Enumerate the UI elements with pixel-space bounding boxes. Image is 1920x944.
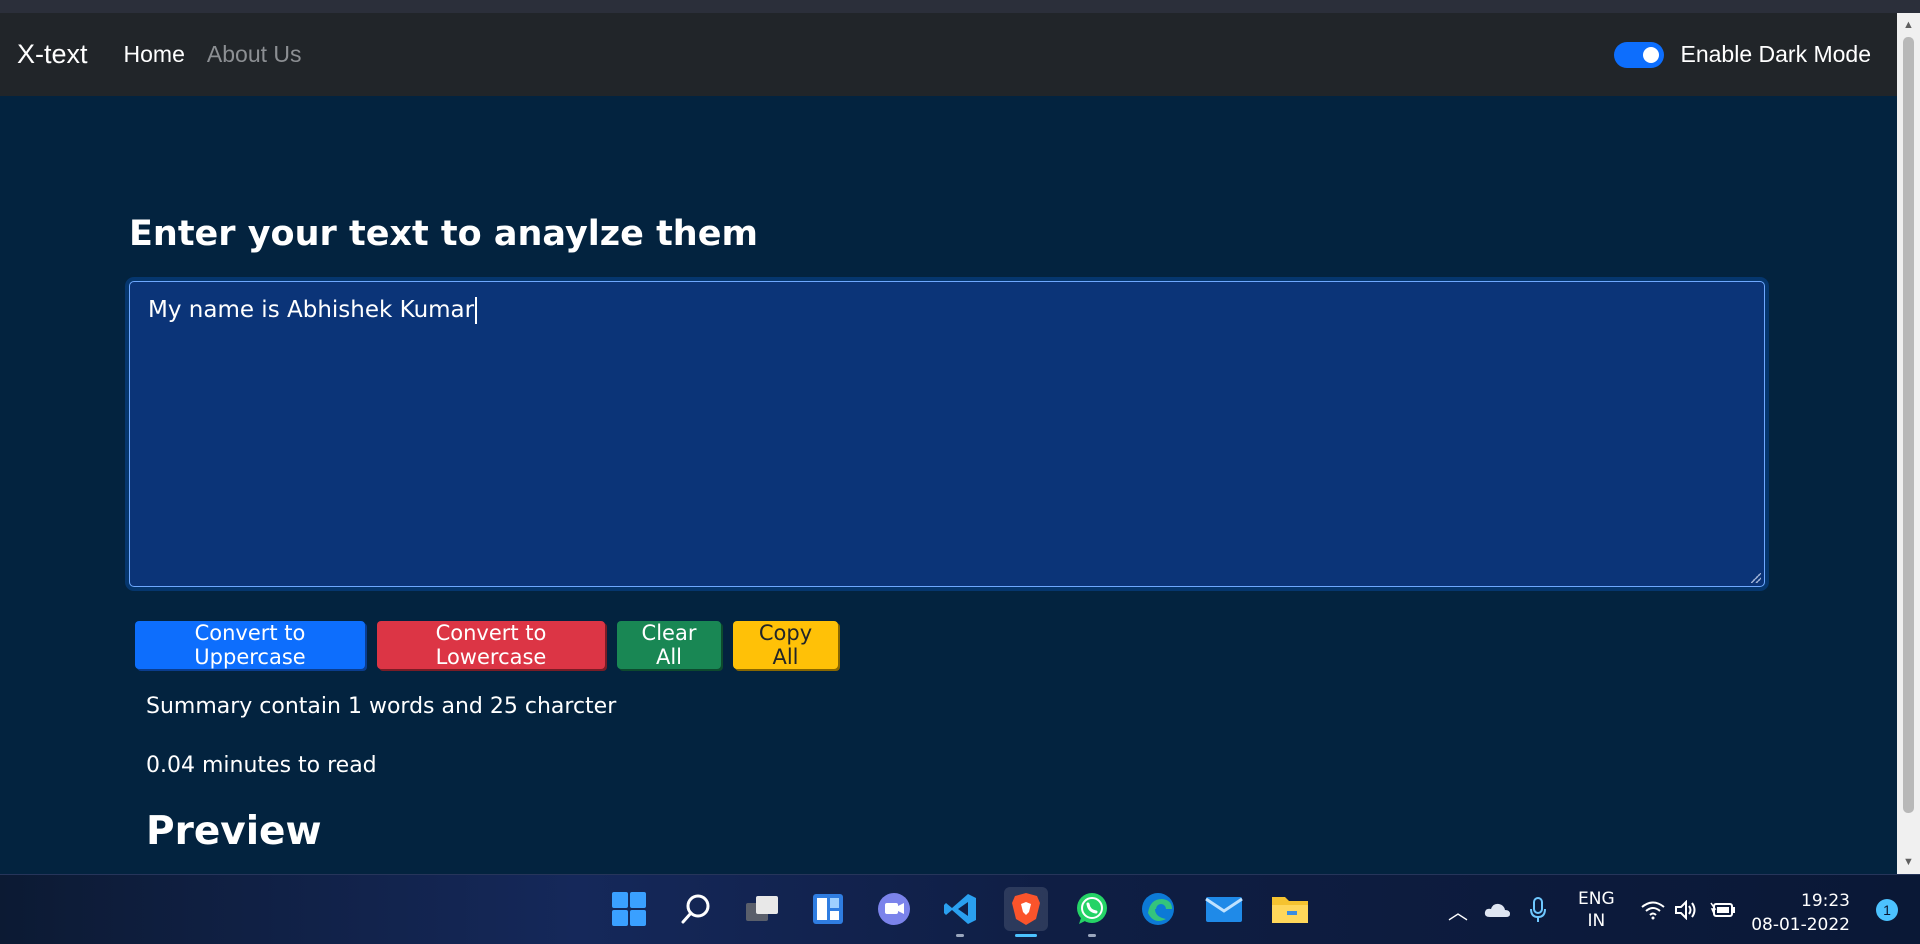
mail-icon[interactable] <box>1202 887 1246 931</box>
language-indicator[interactable]: ENG IN <box>1578 875 1615 944</box>
text-input-area[interactable]: My name is Abhishek Kumar <box>129 281 1765 587</box>
scroll-up-icon[interactable]: ▲ <box>1897 15 1920 35</box>
switch-knob <box>1642 46 1659 63</box>
lowercase-button[interactable]: Convert to Lowercase <box>377 621 605 669</box>
battery-charging-icon[interactable] <box>1710 875 1736 944</box>
taskbar-clock[interactable]: 19:23 08-01-2022 <box>1751 889 1850 937</box>
resize-handle[interactable] <box>1751 573 1761 583</box>
onedrive-cloud-icon[interactable] <box>1483 875 1511 944</box>
notification-badge[interactable]: 1 <box>1876 899 1898 921</box>
vscode-icon[interactable] <box>938 887 982 937</box>
action-buttons: Convert to Uppercase Convert to Lowercas… <box>135 621 838 669</box>
scroll-down-icon[interactable]: ▼ <box>1897 852 1920 872</box>
nav-link-about[interactable]: About Us <box>207 41 302 68</box>
brave-browser-icon[interactable] <box>1004 887 1048 937</box>
task-view-icon[interactable] <box>740 887 784 931</box>
tray-overflow-icon[interactable]: ︿ <box>1448 875 1468 944</box>
active-indicator <box>1015 934 1037 937</box>
windows-taskbar: ︿ ENG IN 19:23 08-01-2022 1 <box>0 874 1920 944</box>
preview-heading: Preview <box>146 809 322 854</box>
language-region: IN <box>1587 911 1606 931</box>
dark-mode-label[interactable]: Enable Dark Mode <box>1681 41 1872 68</box>
page-heading: Enter your text to anaylze them <box>129 214 758 254</box>
text-input-value: My name is Abhishek Kumar <box>148 297 475 323</box>
navbar-brand[interactable]: X-text <box>17 39 88 70</box>
start-icon[interactable] <box>607 887 651 931</box>
teams-chat-icon[interactable] <box>872 887 916 931</box>
whatsapp-icon[interactable] <box>1070 887 1114 937</box>
clear-all-button[interactable]: Clear All <box>617 621 721 669</box>
clock-time: 19:23 <box>1801 891 1850 911</box>
clock-date: 08-01-2022 <box>1751 915 1850 935</box>
language-code: ENG <box>1578 889 1615 909</box>
copy-all-button[interactable]: Copy All <box>733 621 838 669</box>
running-indicator <box>956 934 964 937</box>
dark-mode-switch[interactable] <box>1614 42 1663 67</box>
main-content: Enter your text to anaylze them My name … <box>0 96 1897 874</box>
wifi-icon[interactable] <box>1640 875 1666 944</box>
microphone-icon[interactable] <box>1530 875 1546 944</box>
uppercase-button[interactable]: Convert to Uppercase <box>135 621 365 669</box>
navbar: X-text Home About Us Enable Dark Mode <box>0 13 1897 96</box>
edge-icon[interactable] <box>1136 887 1180 931</box>
running-indicator <box>1088 934 1096 937</box>
text-caret <box>475 297 478 324</box>
search-icon[interactable] <box>674 887 718 931</box>
dark-mode-toggle-group: Enable Dark Mode <box>1614 41 1872 68</box>
file-explorer-icon[interactable] <box>1268 887 1312 931</box>
summary-stats: Summary contain 1 words and 25 charcter <box>146 694 617 719</box>
volume-icon[interactable] <box>1674 875 1698 944</box>
page-scrollbar[interactable]: ▲ ▼ <box>1897 13 1920 874</box>
browser-top-strip <box>0 0 1920 13</box>
nav-link-home[interactable]: Home <box>124 41 185 68</box>
widgets-icon[interactable] <box>806 887 850 931</box>
scroll-thumb[interactable] <box>1903 37 1914 813</box>
read-time: 0.04 minutes to read <box>146 753 377 778</box>
